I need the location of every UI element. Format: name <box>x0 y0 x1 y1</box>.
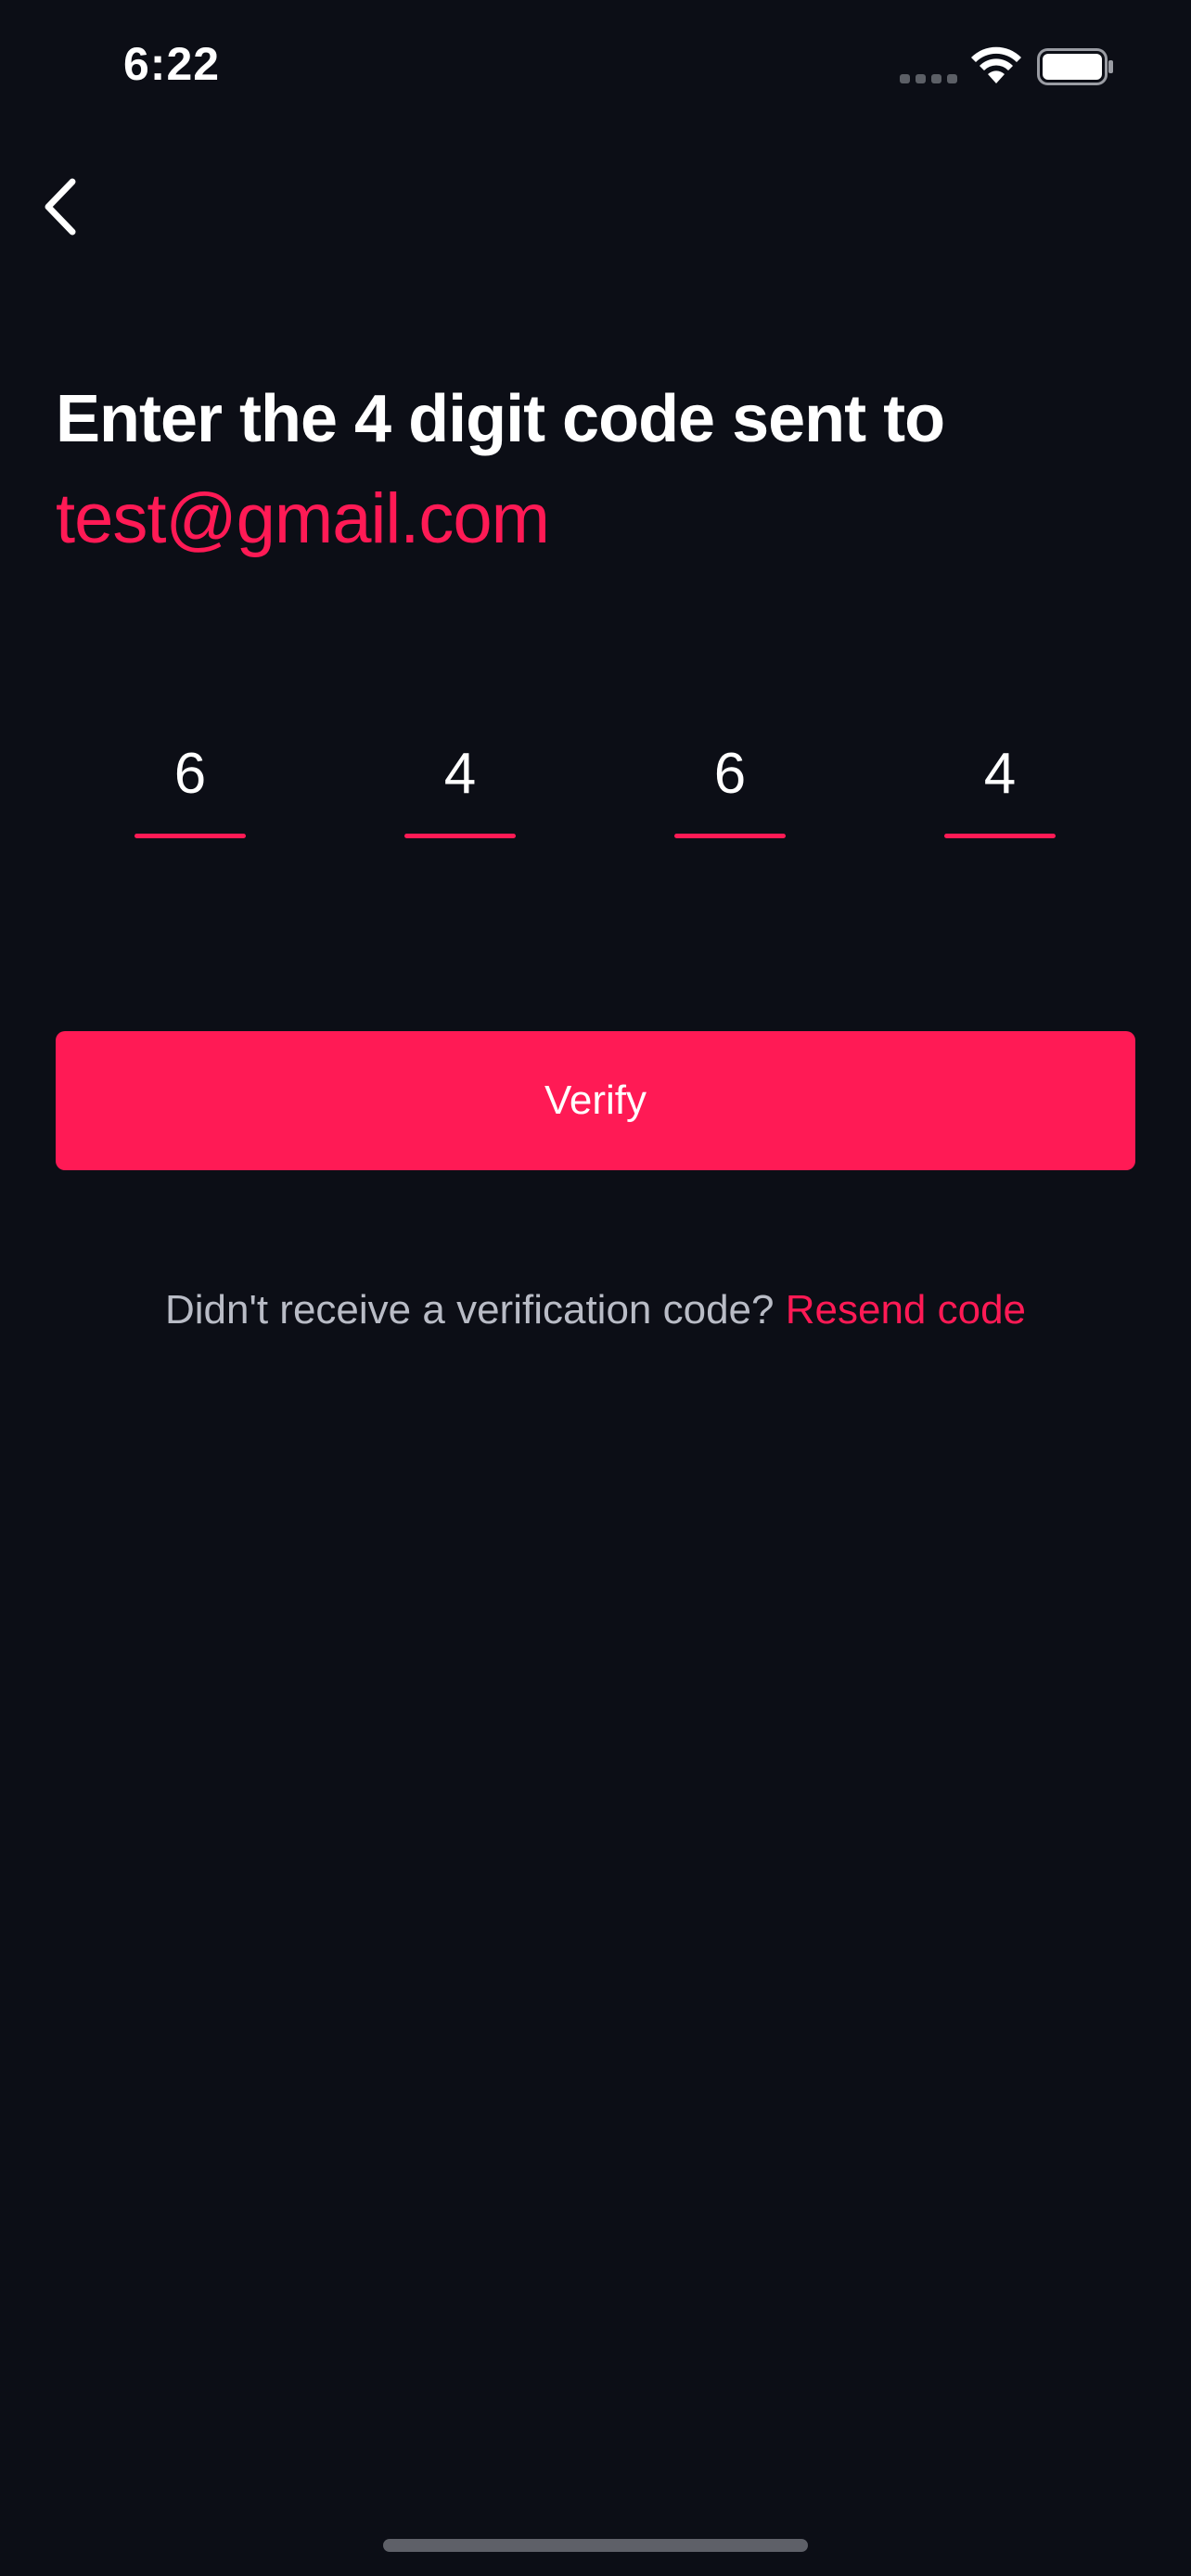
resend-code-link[interactable]: Resend code <box>786 1287 1026 1333</box>
code-digit-field-1[interactable]: 6 <box>134 733 246 848</box>
code-digit-field-2[interactable]: 4 <box>404 733 516 848</box>
verification-code-input: 6 4 6 4 <box>0 733 1191 853</box>
chevron-left-icon <box>45 178 76 236</box>
code-digit-field-3[interactable]: 6 <box>674 733 786 848</box>
recipient-email: test@gmail.com <box>56 479 550 558</box>
resend-row: Didn't receive a verification code? Rese… <box>0 1280 1191 1341</box>
verify-button-label: Verify <box>544 1078 647 1123</box>
code-digit-underline <box>134 834 246 838</box>
code-digit-value: 6 <box>173 742 207 806</box>
code-digit-underline <box>944 834 1056 838</box>
page-title: Enter the 4 digit code sent to <box>56 382 945 456</box>
wifi-icon <box>971 46 1021 83</box>
resend-prompt: Didn't receive a verification code? <box>164 1287 775 1333</box>
code-digit-value: 6 <box>713 742 747 806</box>
battery-icon <box>1037 48 1113 85</box>
cellular-signal-icon <box>900 74 957 83</box>
back-button[interactable] <box>33 172 89 241</box>
status-bar: 6:22 <box>0 0 1191 139</box>
code-digit-underline <box>404 834 516 838</box>
home-indicator[interactable] <box>383 2539 808 2552</box>
code-digit-value: 4 <box>983 742 1017 806</box>
verify-button[interactable]: Verify <box>56 1031 1135 1170</box>
code-digit-value: 4 <box>443 742 477 806</box>
code-digit-field-4[interactable]: 4 <box>944 733 1056 848</box>
status-time: 6:22 <box>123 38 221 90</box>
code-digit-underline <box>674 834 786 838</box>
